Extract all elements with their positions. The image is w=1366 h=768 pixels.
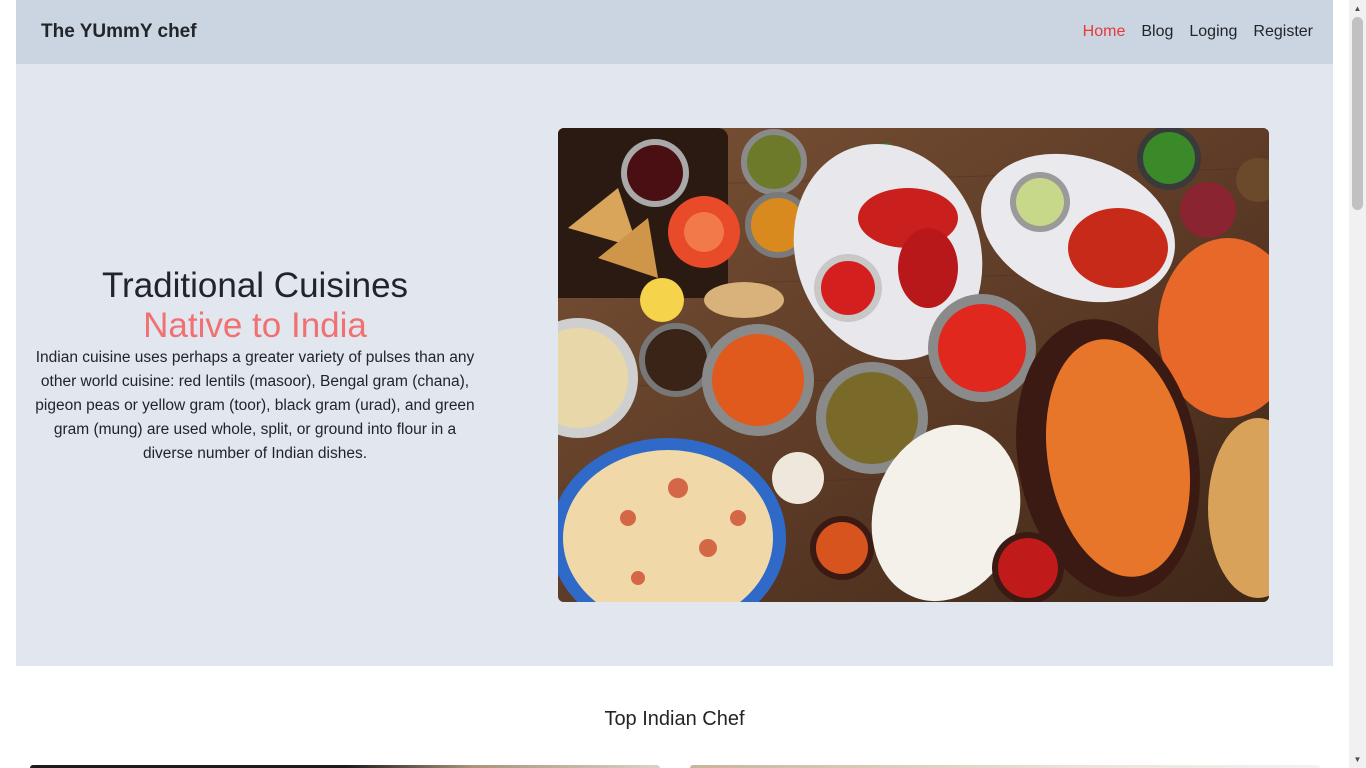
hero-food-image (558, 128, 1269, 602)
nav-item-blog: Blog (1141, 23, 1173, 41)
nav-link-blog[interactable]: Blog (1141, 23, 1173, 40)
nav-link-home[interactable]: Home (1083, 23, 1126, 40)
nav-link-register[interactable]: Register (1253, 23, 1313, 40)
nav-item-home: Home (1083, 23, 1126, 41)
nav-item-register: Register (1253, 23, 1313, 41)
triangle-up-icon[interactable]: ▲ (1349, 0, 1366, 17)
hero-section: Traditional Cuisines Native to India Ind… (16, 64, 1333, 666)
vertical-scrollbar[interactable]: ▲ ▼ (1349, 0, 1366, 768)
nav-item-loging: Loging (1189, 23, 1237, 41)
hero-description: Indian cuisine uses perhaps a greater va… (35, 349, 475, 462)
nav-menu: Home Blog Loging Register (1083, 23, 1313, 41)
hero-subtitle: Native to India (143, 306, 367, 345)
triangle-down-icon[interactable]: ▼ (1349, 751, 1366, 768)
page: The YUmmY chef Home Blog Loging Register… (16, 0, 1333, 768)
scrollbar-thumb[interactable] (1352, 17, 1363, 210)
indian-food-spread-illustration (558, 128, 1269, 602)
hero-text-block: Traditional Cuisines Native to India Ind… (30, 266, 480, 466)
hero-title: Traditional Cuisines (101, 266, 409, 305)
nav-link-loging[interactable]: Loging (1189, 23, 1237, 40)
brand-logo[interactable]: The YUmmY chef (41, 21, 197, 43)
section-title-top-chef: Top Indian Chef (604, 708, 745, 730)
navbar: The YUmmY chef Home Blog Loging Register (16, 0, 1333, 64)
